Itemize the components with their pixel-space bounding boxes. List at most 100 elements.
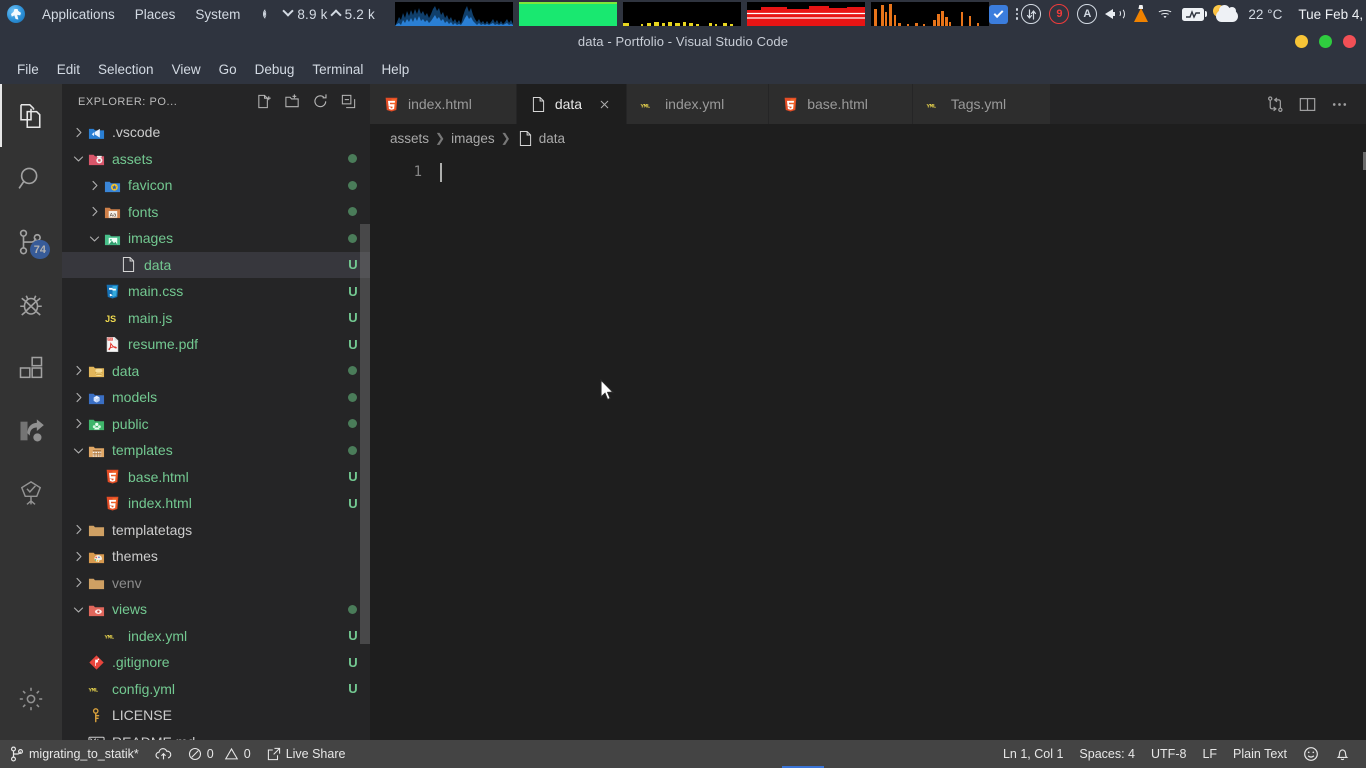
menu-selection[interactable]: Selection bbox=[89, 59, 163, 80]
menu-edit[interactable]: Edit bbox=[48, 59, 89, 80]
menu-places[interactable]: Places bbox=[125, 7, 186, 22]
branch-icon[interactable]: migrating_to_statik* bbox=[0, 740, 147, 768]
system-monitor-graphs[interactable] bbox=[394, 2, 989, 26]
network-speed-indicator[interactable]: 8.9 k 5.2 k bbox=[263, 5, 377, 22]
sync-cloud-icon[interactable] bbox=[147, 740, 180, 768]
menu-system[interactable]: System bbox=[185, 7, 250, 22]
tree-file-base-html[interactable]: base.html U bbox=[62, 464, 370, 491]
chevron-right-icon[interactable] bbox=[70, 517, 86, 543]
indentation[interactable]: Spaces: 4 bbox=[1071, 740, 1143, 768]
dropbox-check-icon[interactable] bbox=[988, 4, 1008, 24]
menu-file[interactable]: File bbox=[8, 59, 48, 80]
volume-icon[interactable] bbox=[1105, 6, 1126, 22]
new-folder-icon[interactable] bbox=[280, 90, 304, 114]
clock-label[interactable]: Tue Feb 4, 19:25 bbox=[1298, 7, 1366, 22]
chevron-right-icon[interactable] bbox=[70, 384, 86, 410]
chevron-right-icon[interactable] bbox=[70, 411, 86, 437]
network-updown-icon[interactable] bbox=[1021, 4, 1042, 24]
search-icon[interactable] bbox=[0, 147, 62, 210]
editor-tab-base-html[interactable]: base.html bbox=[769, 84, 913, 124]
gnome-foot-icon[interactable] bbox=[7, 5, 25, 23]
tree-folder-views[interactable]: views bbox=[62, 596, 370, 623]
chevron-right-icon[interactable] bbox=[70, 543, 86, 569]
tree-folder-models[interactable]: models bbox=[62, 384, 370, 411]
explorer-icon[interactable] bbox=[0, 84, 62, 147]
chevron-right-icon[interactable] bbox=[70, 570, 86, 596]
live-share-status[interactable]: Live Share bbox=[259, 740, 354, 768]
updates-badge-icon[interactable]: 9 bbox=[1049, 4, 1070, 24]
chevron-down-icon[interactable] bbox=[70, 437, 86, 463]
problems-status[interactable]: 0 0 bbox=[180, 740, 259, 768]
chevron-right-icon[interactable] bbox=[70, 358, 86, 384]
notifications-bell-icon[interactable] bbox=[1327, 740, 1358, 768]
source-control-icon[interactable]: 74 bbox=[0, 210, 62, 273]
tree-file-index-yml[interactable]: YML index.yml U bbox=[62, 623, 370, 650]
tree-file-main-css[interactable]: main.css U bbox=[62, 278, 370, 305]
tree-file-gitignore[interactable]: .gitignore U bbox=[62, 649, 370, 676]
tree-folder-templates[interactable]: templates bbox=[62, 437, 370, 464]
file-tree[interactable]: .vscode assets favicon Aa fonts images data Uma… bbox=[62, 119, 370, 740]
disk-graph[interactable] bbox=[622, 2, 741, 26]
close-icon[interactable] bbox=[594, 94, 614, 114]
chevron-down-icon[interactable] bbox=[86, 225, 102, 251]
tree-folder-vscode[interactable]: .vscode bbox=[62, 119, 370, 146]
editor-tab-index-html[interactable]: index.html bbox=[370, 84, 517, 124]
split-diff-icon[interactable] bbox=[1262, 91, 1288, 117]
eol[interactable]: LF bbox=[1194, 740, 1225, 768]
tree-file-resume-pdf[interactable]: PDF resume.pdf U bbox=[62, 331, 370, 358]
tree-folder-venv[interactable]: venv bbox=[62, 570, 370, 597]
tree-folder-fonts[interactable]: Aa fonts bbox=[62, 199, 370, 226]
editor-tab-index-yml[interactable]: YML index.yml bbox=[627, 84, 770, 124]
split-editor-icon[interactable] bbox=[1294, 91, 1320, 117]
memory-graph[interactable] bbox=[518, 2, 617, 26]
maximize-button[interactable] bbox=[1319, 35, 1332, 48]
encoding[interactable]: UTF-8 bbox=[1143, 740, 1194, 768]
accessibility-icon[interactable]: A bbox=[1077, 4, 1098, 24]
new-file-icon[interactable] bbox=[252, 90, 276, 114]
live-share-icon[interactable] bbox=[0, 399, 62, 462]
menu-view[interactable]: View bbox=[163, 59, 210, 80]
editor-vertical-scrollbar[interactable] bbox=[1352, 152, 1366, 740]
chevron-right-icon[interactable] bbox=[86, 172, 102, 198]
tree-file-data[interactable]: data U bbox=[62, 251, 370, 278]
tree-folder-data[interactable]: data bbox=[62, 358, 370, 385]
sidebar-scrollbar[interactable] bbox=[360, 224, 370, 644]
minimize-button[interactable] bbox=[1295, 35, 1308, 48]
tree-file-license[interactable]: LICENSE bbox=[62, 702, 370, 729]
cpu-graph[interactable] bbox=[746, 2, 865, 26]
chevron-right-icon[interactable] bbox=[86, 199, 102, 225]
code-editor[interactable]: 1 bbox=[370, 152, 1366, 740]
battery-icon[interactable] bbox=[1182, 7, 1208, 21]
editor-tab-tags-yml[interactable]: YML Tags.yml bbox=[912, 84, 1052, 124]
menu-debug[interactable]: Debug bbox=[246, 59, 304, 80]
debug-icon[interactable] bbox=[0, 273, 62, 336]
vlc-icon[interactable] bbox=[1133, 5, 1149, 23]
test-tree-icon[interactable] bbox=[0, 462, 62, 525]
tree-file-config-yml[interactable]: YML config.yml U bbox=[62, 676, 370, 703]
wifi-icon[interactable] bbox=[1156, 7, 1174, 22]
chevron-right-icon[interactable] bbox=[70, 119, 86, 145]
cursor-position[interactable]: Ln 1, Col 1 bbox=[995, 740, 1071, 768]
editor-tab-data[interactable]: data bbox=[516, 84, 628, 124]
menu-terminal[interactable]: Terminal bbox=[303, 59, 372, 80]
sun-cloud-icon[interactable] bbox=[1212, 5, 1240, 23]
breadcrumb-item-data[interactable]: data bbox=[517, 130, 565, 147]
refresh-icon[interactable] bbox=[308, 90, 332, 114]
feedback-smiley-icon[interactable] bbox=[1295, 740, 1327, 768]
chevron-down-icon[interactable] bbox=[70, 596, 86, 622]
settings-gear-icon[interactable] bbox=[0, 667, 62, 730]
close-button[interactable] bbox=[1343, 35, 1356, 48]
breadcrumb-item-assets[interactable]: assets bbox=[390, 131, 429, 146]
breadcrumb-item-images[interactable]: images bbox=[451, 131, 495, 146]
chevron-down-icon[interactable] bbox=[70, 146, 86, 172]
tree-folder-images[interactable]: images bbox=[62, 225, 370, 252]
more-actions-icon[interactable] bbox=[1326, 91, 1352, 117]
language-mode[interactable]: Plain Text bbox=[1225, 740, 1295, 768]
tree-folder-assets[interactable]: assets bbox=[62, 146, 370, 173]
network-graph[interactable] bbox=[394, 2, 513, 26]
swap-graph[interactable] bbox=[870, 2, 989, 26]
tree-folder-themes[interactable]: themes bbox=[62, 543, 370, 570]
tree-folder-public[interactable]: public bbox=[62, 411, 370, 438]
extensions-icon[interactable] bbox=[0, 336, 62, 399]
tree-folder-favicon[interactable]: favicon bbox=[62, 172, 370, 199]
